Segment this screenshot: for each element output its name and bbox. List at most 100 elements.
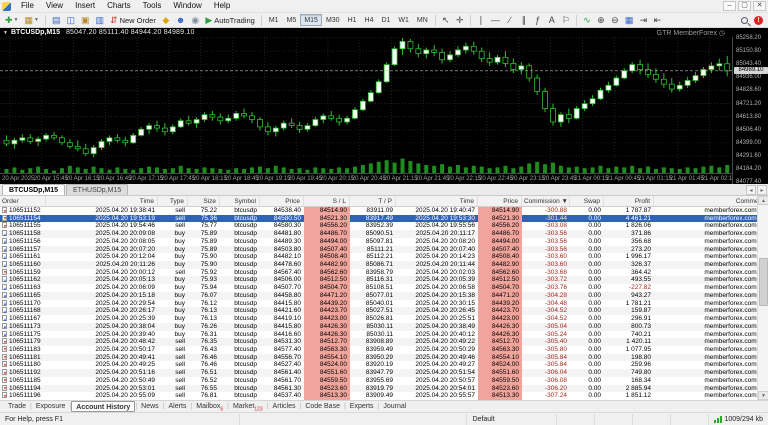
terminal-tab-articles[interactable]: Articles (269, 401, 300, 412)
minimize-button[interactable]: – (723, 1, 736, 11)
column-header-profit[interactable]: Profit (604, 196, 654, 206)
terminal-tab-account-history[interactable]: Account History (71, 401, 135, 412)
mql5-button[interactable]: ◉ (188, 14, 202, 27)
terminal-tab-trade[interactable]: Trade (4, 401, 30, 412)
close-button[interactable]: ✕ (753, 1, 766, 11)
column-header-symbol[interactable]: Symbol (220, 196, 260, 206)
table-row[interactable]: 1065111612025.04.20 20:12:04buy75.90btcu… (0, 253, 768, 261)
table-row[interactable]: 1065111602025.04.20 20:11:26buy75.90btcu… (0, 261, 768, 269)
tile-windows-button[interactable]: ▦ (622, 14, 637, 27)
profiles-button[interactable]: ▦▼ (22, 14, 42, 27)
table-row[interactable]: 1065111522025.04.20 19:38:41sell75.22btc… (0, 207, 768, 215)
menu-charts[interactable]: Charts (101, 0, 137, 12)
terminal-tab-alerts[interactable]: Alerts (165, 401, 191, 412)
timeframe-h4-button[interactable]: H4 (361, 14, 378, 26)
column-header-t-p[interactable]: T / P (350, 196, 396, 206)
table-row[interactable]: 1065111542025.04.20 19:53:19sell75.36btc… (0, 215, 768, 223)
trendline-button[interactable]: ∕ (503, 14, 517, 27)
menu-file[interactable]: File (15, 0, 40, 12)
scroll-down-icon[interactable]: ▼ (758, 391, 768, 400)
crosshair-button[interactable]: ✛ (453, 14, 467, 27)
table-row[interactable]: 1065111942025.04.20 20:53:01sell76.55btc… (0, 385, 768, 393)
auto-scroll-button[interactable]: ⇥ (636, 14, 650, 27)
text-button[interactable]: A (545, 14, 559, 27)
navigator-button[interactable]: ▣ (78, 14, 93, 27)
table-row[interactable]: 1065111812025.04.20 20:49:41sell76.46btc… (0, 354, 768, 362)
timeframe-m5-button[interactable]: M5 (283, 14, 301, 26)
timeframe-d1-button[interactable]: D1 (377, 14, 394, 26)
table-row[interactable]: 1065111632025.04.20 20:06:09buy75.94btcu… (0, 284, 768, 292)
market-watch-button[interactable]: ▤ (49, 14, 64, 27)
timeframe-h1-button[interactable]: H1 (344, 14, 361, 26)
channel-button[interactable]: ∥ (517, 14, 531, 27)
menu-tools[interactable]: Tools (137, 0, 168, 12)
timeframe-w1-button[interactable]: W1 (394, 14, 413, 26)
timeframe-m30-button[interactable]: M30 (322, 14, 344, 26)
fibonacci-button[interactable]: ƒ (531, 14, 545, 27)
column-header-time[interactable]: Time (396, 196, 478, 206)
menu-help[interactable]: Help (208, 0, 236, 12)
table-row[interactable]: 1065111802025.04.20 20:49:25sell76.46btc… (0, 361, 768, 369)
table-row[interactable]: 1065111592025.04.20 20:00:12sell75.92btc… (0, 269, 768, 277)
chart-title-bar[interactable]: ▼ BTCUSDp,M15 85047.20 85111.40 84944.20… (0, 28, 768, 37)
zoom-out-button[interactable]: ⊖ (608, 14, 622, 27)
tab-scroll-right-icon[interactable]: ▸ (757, 185, 767, 195)
autotrading-button[interactable]: ▶AutoTrading (202, 14, 258, 27)
scrollbar-thumb[interactable] (759, 258, 768, 306)
table-row[interactable]: 1065111732025.04.20 20:38:04buy76.26btcu… (0, 323, 768, 331)
table-row[interactable]: 1065111582025.04.20 20:09:08buy75.89btcu… (0, 230, 768, 238)
table-row[interactable]: 1065111682025.04.20 20:26:17buy76.13btcu… (0, 307, 768, 315)
terminal-tab-experts[interactable]: Experts (346, 401, 378, 412)
column-header-size[interactable]: Size (188, 196, 220, 206)
metaeditor-button[interactable]: ◆ (159, 14, 173, 27)
column-header-commission[interactable]: Commission ▼ (522, 196, 570, 206)
table-row[interactable]: 1065111832025.04.20 20:50:17sell76.43btc… (0, 346, 768, 354)
table-row[interactable]: 1065111852025.04.20 20:50:49sell76.52btc… (0, 377, 768, 385)
terminal-tab-news[interactable]: News (137, 401, 163, 412)
candlestick-plot[interactable] (0, 37, 732, 173)
column-header-type[interactable]: Type (158, 196, 188, 206)
terminal-tab-journal[interactable]: Journal (379, 401, 410, 412)
horizontal-line-button[interactable]: ― (488, 14, 503, 27)
chart-tab-ethusdp[interactable]: ETHUSDp,M15 (66, 184, 128, 195)
column-header-order[interactable]: Order (0, 196, 46, 206)
new-order-button[interactable]: ⇵New Order (107, 14, 159, 27)
terminal-tab-market[interactable]: Market123 (229, 401, 267, 412)
table-scrollbar[interactable]: ▲ ▼ (757, 196, 768, 400)
data-window-button[interactable]: ◫ (63, 14, 78, 27)
scroll-up-icon[interactable]: ▲ (758, 196, 768, 205)
menu-window[interactable]: Window (167, 0, 207, 12)
cursor-button[interactable]: ↖ (439, 14, 453, 27)
terminal-button[interactable]: ▥ (93, 14, 108, 27)
time-axis[interactable]: 20 Apr 202520 Apr 15:4520 Apr 16:1520 Ap… (0, 173, 732, 184)
terminal-tab-exposure[interactable]: Exposure (32, 401, 70, 412)
search-button[interactable] (737, 14, 751, 27)
column-header-price[interactable]: Price (260, 196, 304, 206)
timeframe-mn-button[interactable]: MN (413, 14, 432, 26)
table-row[interactable]: 1065111702025.04.20 20:29:54buy76.12btcu… (0, 300, 768, 308)
menu-view[interactable]: View (40, 0, 69, 12)
column-header-price[interactable]: Price (478, 196, 522, 206)
table-row[interactable]: 1065111562025.04.20 20:08:05buy75.89btcu… (0, 238, 768, 246)
new-chart-button[interactable]: ✚▼ (2, 14, 22, 27)
chart-tab-btcusdp[interactable]: BTCUSDp,M15 (2, 184, 65, 195)
table-row[interactable]: 1065111752025.04.20 20:39:40buy76.31btcu… (0, 331, 768, 339)
price-axis[interactable]: 85258.2085150.8085043.4084936.0084828.60… (732, 37, 768, 184)
column-header-swap[interactable]: Swap (570, 196, 604, 206)
column-header-s-l[interactable]: S / L (304, 196, 350, 206)
chart-collapse-icon[interactable]: ▼ (3, 30, 8, 36)
zoom-in-button[interactable]: ⊕ (594, 14, 608, 27)
timeframe-m1-button[interactable]: M1 (265, 14, 283, 26)
menu-insert[interactable]: Insert (69, 0, 101, 12)
terminal-tab-code-base[interactable]: Code Base (301, 401, 344, 412)
table-row[interactable]: 1065111572025.04.20 20:07:20buy75.89btcu… (0, 246, 768, 254)
table-row[interactable]: 1065111922025.04.20 20:51:16sell76.51btc… (0, 369, 768, 377)
chart-shift-button[interactable]: ⇤ (650, 14, 664, 27)
arrows-button[interactable]: ⚐ (559, 14, 573, 27)
indicators-button[interactable]: ∿ (580, 14, 594, 27)
table-row[interactable]: 1065111622025.04.20 20:05:13buy75.93btcu… (0, 276, 768, 284)
chart-area[interactable]: 20 Apr 202520 Apr 15:4520 Apr 16:1520 Ap… (0, 37, 768, 184)
status-profile[interactable]: Default (467, 414, 557, 425)
community-button[interactable]: ☻ (173, 14, 188, 27)
vertical-line-button[interactable]: ∣ (474, 14, 488, 27)
